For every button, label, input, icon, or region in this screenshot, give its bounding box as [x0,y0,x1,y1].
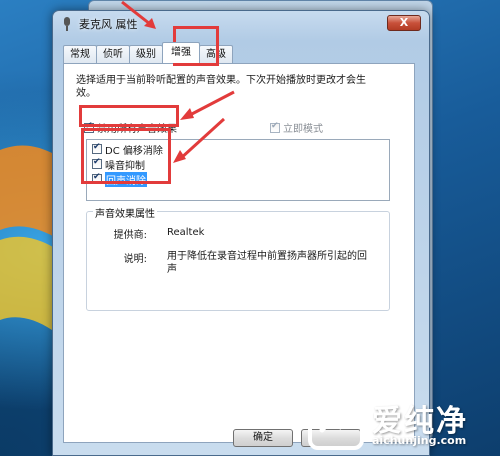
tab-levels[interactable]: 级别 [129,45,163,63]
description-key: 说明: [123,254,147,265]
disable-all-label: 禁用所有声音效果 [97,124,177,135]
tab-advanced[interactable]: 高级 [199,45,233,63]
effect-label: 噪音抑制 [105,160,145,172]
list-item[interactable]: DC 偏移消除 [92,142,389,157]
effect-properties-group: 声音效果属性 提供商: Realtek 说明: 用于降低在录音过程中前置扬声器所… [86,205,390,311]
immediate-mode-checkbox: 立即模式 [270,120,323,135]
tab-enhancements[interactable]: 增强 [162,42,200,63]
window-title: 麦克风 属性 [79,18,138,31]
immediate-mode-box [270,121,280,133]
effect-checkbox[interactable] [92,157,102,169]
description-value: 用于降低在录音过程中前置扬声器所引起的回声 [167,251,367,275]
enhancements-description: 选择适用于当前聆听配置的声音效果。下次开始播放时更改才会生效。 [76,75,366,99]
list-item[interactable]: 噪音抑制 [92,157,389,172]
provider-value: Realtek [167,227,205,238]
titlebar[interactable]: 麦克风 属性 X [53,11,429,37]
effect-checkbox[interactable] [92,172,102,184]
effect-label: DC 偏移消除 [105,145,163,157]
disable-all-effects-checkbox[interactable]: 禁用所有声音效果 [84,120,177,135]
tab-general[interactable]: 常规 [63,45,97,63]
effects-list[interactable]: DC 偏移消除 噪音抑制 回声消除 [86,139,390,201]
enhancements-panel: 选择适用于当前聆听配置的声音效果。下次开始播放时更改才会生效。 禁用所有声音效果… [63,63,415,443]
microphone-properties-dialog: 麦克风 属性 X 常规 侦听 级别 增强 高级 选择适用于当前聆听配置的声音效果… [52,10,430,456]
properties-title: 声音效果属性 [93,205,157,220]
watermark-url: aichunjing.com [372,434,467,447]
watermark-logo-mark [319,409,353,433]
ok-button[interactable]: 确定 [233,429,293,447]
effect-label: 回声消除 [105,171,147,187]
immediate-mode-label: 立即模式 [283,124,323,135]
close-button[interactable]: X [387,15,421,31]
list-item[interactable]: 回声消除 [92,171,389,187]
tab-strip: 常规 侦听 级别 增强 高级 [63,42,233,63]
watermark: 爱纯净 aichunjing.com [308,396,494,450]
disable-all-checkbox-box[interactable] [84,121,94,133]
watermark-logo-icon [308,396,364,450]
provider-key: 提供商: [113,230,147,241]
effect-checkbox[interactable] [92,142,102,154]
tab-listen[interactable]: 侦听 [96,45,130,63]
microphone-icon [61,17,73,31]
